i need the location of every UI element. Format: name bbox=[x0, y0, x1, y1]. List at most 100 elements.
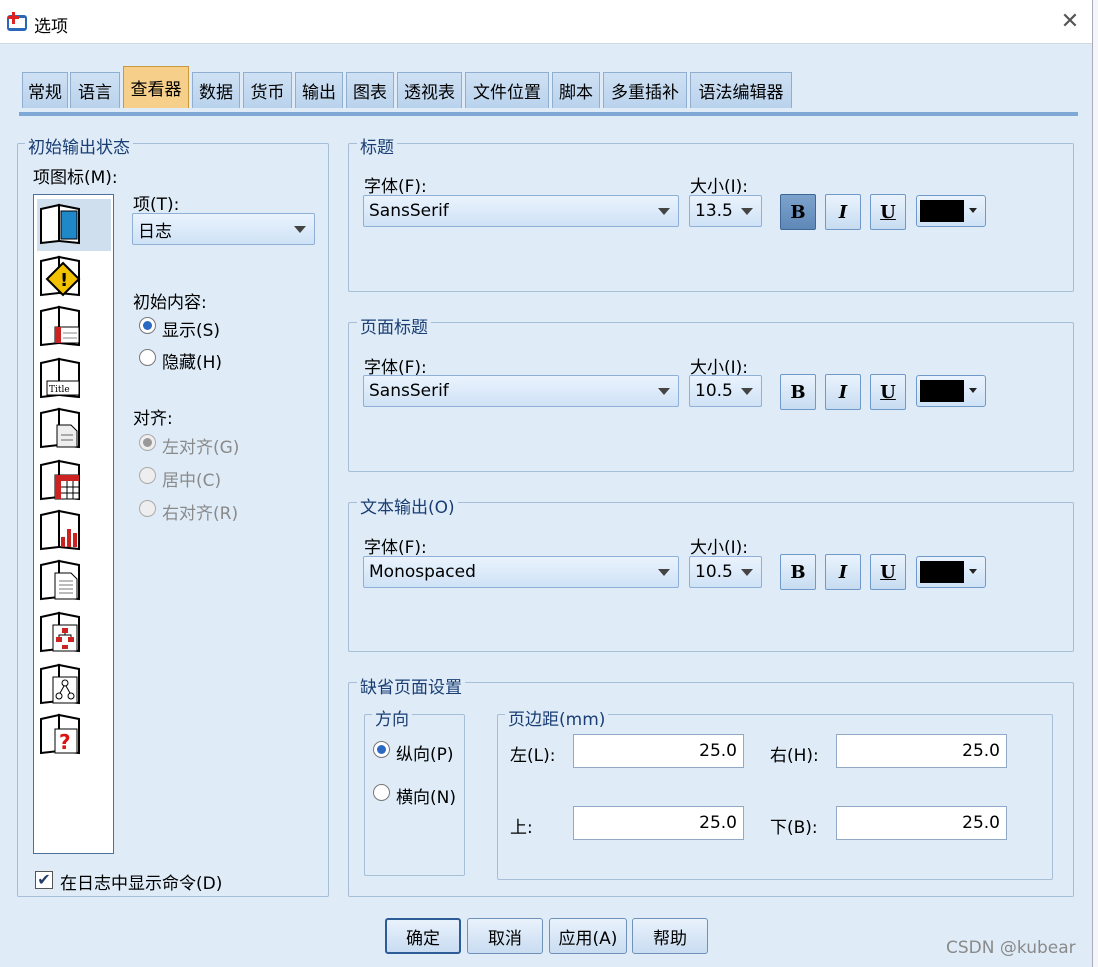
bottom-margin-input[interactable]: 25.0 bbox=[836, 806, 1007, 840]
tab-multiple-imputation[interactable]: 多重插补 bbox=[603, 72, 687, 108]
chevron-down-icon bbox=[741, 208, 753, 215]
align-left-radio[interactable] bbox=[139, 434, 156, 451]
align-right-radio[interactable] bbox=[139, 500, 156, 517]
text-output-font-value: Monospaced bbox=[369, 562, 476, 582]
align-left-label: 左对齐(G) bbox=[162, 438, 240, 458]
top-margin-label: 上: bbox=[510, 818, 533, 838]
tab-charts[interactable]: 图表 bbox=[346, 72, 394, 108]
chevron-down-icon bbox=[969, 388, 977, 393]
left-margin-input[interactable]: 25.0 bbox=[573, 734, 744, 768]
tree-model-icon[interactable] bbox=[37, 607, 89, 655]
title-italic-button[interactable]: I bbox=[825, 194, 861, 230]
portrait-radio[interactable] bbox=[373, 741, 390, 758]
item-select[interactable]: 日志 bbox=[132, 213, 315, 245]
page-title-font-value: SansSerif bbox=[369, 381, 449, 401]
text-output-font-select[interactable]: Monospaced bbox=[363, 556, 679, 588]
color-swatch bbox=[920, 380, 964, 402]
tab-output[interactable]: 输出 bbox=[295, 72, 343, 108]
tab-bar: 常规 语言 查看器 数据 货币 输出 图表 透视表 文件位置 脚本 多重插补 语… bbox=[19, 66, 1079, 114]
pivot-table-icon[interactable] bbox=[37, 455, 89, 503]
title-bold-button[interactable]: B bbox=[780, 194, 816, 230]
initial-content-label: 初始内容: bbox=[133, 293, 207, 313]
text-output-color-picker[interactable] bbox=[916, 556, 986, 588]
tab-pivot-tables[interactable]: 透视表 bbox=[397, 72, 462, 108]
cancel-button[interactable]: 取消 bbox=[467, 918, 543, 954]
align-center-radio[interactable] bbox=[139, 467, 156, 484]
unknown-object-icon[interactable]: ? bbox=[37, 709, 89, 757]
title-group-legend: 标题 bbox=[357, 133, 397, 158]
show-radio[interactable] bbox=[139, 317, 156, 334]
color-swatch bbox=[920, 561, 964, 583]
title-font-select[interactable]: SansSerif bbox=[363, 195, 679, 227]
item-label: 项(T): bbox=[133, 195, 180, 215]
tab-file-locations[interactable]: 文件位置 bbox=[465, 72, 549, 108]
landscape-radio[interactable] bbox=[373, 784, 390, 801]
chevron-down-icon bbox=[658, 208, 670, 215]
show-commands-label: 在日志中显示命令(D) bbox=[60, 874, 223, 894]
model-viewer-icon[interactable] bbox=[37, 659, 89, 707]
page-title-size-select[interactable]: 10.5 bbox=[689, 375, 762, 407]
hide-radio-label: 隐藏(H) bbox=[162, 353, 223, 373]
title-font-label: 字体(F): bbox=[364, 177, 427, 197]
page-title-bold-button[interactable]: B bbox=[780, 374, 816, 410]
title-size-label: 大小(I): bbox=[690, 177, 749, 197]
bottom-margin-label: 下(B): bbox=[770, 818, 818, 838]
tab-scripts[interactable]: 脚本 bbox=[552, 72, 600, 108]
text-output-bold-button[interactable]: B bbox=[780, 554, 816, 590]
log-icon[interactable] bbox=[37, 199, 111, 251]
tab-underline bbox=[19, 112, 1078, 116]
page-title-italic-button[interactable]: I bbox=[825, 374, 861, 410]
text-output-underline-button[interactable]: U bbox=[870, 554, 906, 590]
page-title-font-select[interactable]: SansSerif bbox=[363, 375, 679, 407]
chart-icon[interactable] bbox=[37, 505, 89, 553]
chevron-down-icon bbox=[294, 226, 306, 233]
tab-syntax-editor[interactable]: 语法编辑器 bbox=[690, 72, 792, 108]
svg-text:Title: Title bbox=[49, 385, 70, 395]
page-title-icon[interactable] bbox=[37, 403, 89, 451]
ok-button[interactable]: 确定 bbox=[385, 918, 461, 954]
item-icon-list[interactable]: ! Title ? bbox=[33, 194, 114, 854]
right-margin-input[interactable]: 25.0 bbox=[836, 734, 1007, 768]
text-output-size-select[interactable]: 10.5 bbox=[689, 556, 762, 588]
title-color-picker[interactable] bbox=[916, 195, 986, 227]
text-output-icon[interactable] bbox=[37, 555, 89, 603]
page-setup-legend: 缺省页面设置 bbox=[357, 673, 465, 698]
chevron-down-icon bbox=[741, 569, 753, 576]
portrait-label: 纵向(P) bbox=[396, 745, 454, 765]
top-margin-input[interactable]: 25.0 bbox=[573, 806, 744, 840]
tab-general[interactable]: 常规 bbox=[22, 72, 68, 108]
help-button[interactable]: 帮助 bbox=[632, 918, 708, 954]
text-output-size-value: 10.5 bbox=[695, 562, 733, 582]
align-label: 对齐: bbox=[133, 409, 173, 429]
right-margin-label: 右(H): bbox=[770, 746, 819, 766]
show-commands-checkbox[interactable]: ✔ bbox=[35, 871, 53, 889]
page-title-legend: 页面标题 bbox=[357, 313, 431, 338]
text-output-font-label: 字体(F): bbox=[364, 538, 427, 558]
warning-icon[interactable]: ! bbox=[37, 251, 89, 299]
notes-icon[interactable] bbox=[37, 301, 89, 349]
tab-currency[interactable]: 货币 bbox=[243, 72, 292, 108]
page-title-size-value: 10.5 bbox=[695, 381, 733, 401]
text-output-italic-button[interactable]: I bbox=[825, 554, 861, 590]
page-title-underline-button[interactable]: U bbox=[870, 374, 906, 410]
hide-radio[interactable] bbox=[139, 349, 156, 366]
tab-language[interactable]: 语言 bbox=[70, 72, 120, 108]
title-icon[interactable]: Title bbox=[37, 353, 89, 401]
close-icon[interactable]: ✕ bbox=[1058, 10, 1082, 34]
title-size-select[interactable]: 13.5 bbox=[689, 195, 762, 227]
text-output-legend: 文本输出(O) bbox=[357, 493, 458, 518]
tab-viewer[interactable]: 查看器 bbox=[123, 66, 189, 108]
chevron-down-icon bbox=[969, 208, 977, 213]
title-underline-button[interactable]: U bbox=[870, 194, 906, 230]
title-font-value: SansSerif bbox=[369, 201, 449, 221]
item-icons-label: 项图标(M): bbox=[33, 168, 118, 188]
window-title: 选项 bbox=[34, 17, 68, 37]
svg-text:?: ? bbox=[59, 730, 71, 754]
app-icon bbox=[6, 11, 28, 33]
apply-button[interactable]: 应用(A) bbox=[549, 918, 627, 954]
tab-data[interactable]: 数据 bbox=[192, 72, 240, 108]
show-radio-label: 显示(S) bbox=[162, 321, 221, 341]
color-swatch bbox=[920, 200, 964, 222]
item-select-value: 日志 bbox=[138, 221, 172, 242]
page-title-color-picker[interactable] bbox=[916, 375, 986, 407]
